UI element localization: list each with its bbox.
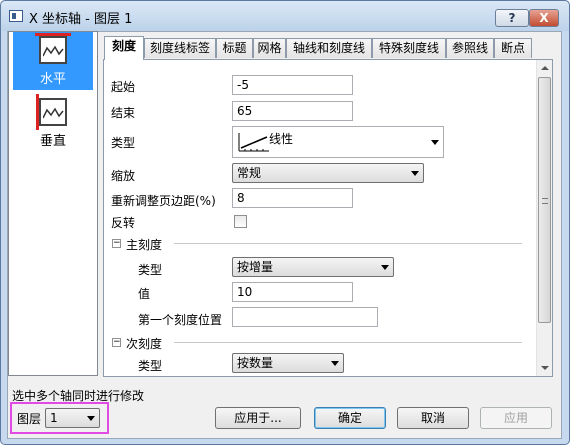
axis-selector-panel: 水平 垂直 — [8, 31, 98, 376]
first-tick-label: 第一个刻度位置 — [138, 313, 223, 327]
start-label: 起始 — [111, 80, 136, 94]
first-tick-input[interactable] — [232, 307, 378, 327]
vertical-axis-icon — [36, 94, 67, 130]
help-button[interactable]: ? — [495, 9, 529, 27]
tab-axis-and-ticks[interactable]: 轴线和刻度线 — [286, 38, 372, 58]
margin-label: 重新调整页边距(%) — [111, 194, 216, 208]
minor-ticks-header: 次刻度 — [126, 337, 163, 351]
layer-value: 1 — [50, 411, 58, 425]
chevron-down-icon — [331, 361, 339, 366]
scale-tab-content: 起始 -5 结束 65 类型 线性 缩放 常规 重新调整页边距(%) 8 反转 … — [103, 59, 553, 377]
scale-type-value: 线性 — [269, 132, 294, 146]
tab-title[interactable]: 标题 — [216, 38, 253, 58]
zoom-label: 缩放 — [111, 169, 136, 183]
tab-scale[interactable]: 刻度 — [104, 36, 144, 60]
tab-grid[interactable]: 网格 — [253, 38, 286, 58]
linear-scale-icon — [238, 133, 269, 152]
major-ticks-header: 主刻度 — [126, 238, 163, 252]
scroll-up-icon[interactable] — [541, 66, 549, 70]
chevron-down-icon — [431, 140, 439, 145]
minor-ticks-collapse-toggle[interactable]: − — [112, 338, 121, 347]
scroll-down-icon[interactable] — [541, 366, 549, 370]
group-divider — [174, 243, 522, 244]
scale-type-dropdown[interactable]: 线性 — [232, 126, 444, 158]
apply-to-button[interactable]: 应用于... — [215, 407, 301, 429]
app-icon — [9, 10, 23, 22]
apply-button[interactable]: 应用 — [480, 407, 552, 429]
vertical-scrollbar[interactable] — [536, 60, 552, 376]
chevron-down-icon — [381, 265, 389, 270]
chevron-down-icon — [87, 416, 95, 421]
sidebar-item-vertical[interactable]: 垂直 — [13, 94, 93, 152]
zoom-value: 常规 — [237, 166, 262, 180]
type-label: 类型 — [111, 136, 136, 150]
scroll-thumb[interactable] — [538, 77, 551, 323]
major-type-dropdown[interactable]: 按增量 — [232, 257, 394, 277]
major-value-label: 值 — [138, 287, 151, 301]
start-input[interactable]: -5 — [232, 75, 353, 95]
tab-tick-labels[interactable]: 刻度线标签 — [144, 38, 216, 58]
reverse-checkbox[interactable] — [234, 215, 247, 228]
sidebar-item-horizontal[interactable]: 水平 — [13, 32, 93, 90]
tab-breaks[interactable]: 断点 — [494, 38, 532, 58]
major-type-value: 按增量 — [237, 260, 274, 274]
layer-dropdown[interactable]: 1 — [45, 408, 100, 428]
minor-type-label: 类型 — [138, 359, 163, 373]
minor-type-dropdown[interactable]: 按数量 — [232, 353, 344, 373]
major-value-input[interactable]: 10 — [232, 282, 353, 302]
ok-button[interactable]: 确定 — [314, 407, 386, 429]
sidebar-item-label: 水平 — [39, 72, 66, 87]
grip-icon — [542, 198, 548, 204]
major-ticks-collapse-toggle[interactable]: − — [112, 239, 121, 248]
sidebar-item-label: 垂直 — [39, 134, 66, 149]
cancel-button[interactable]: 取消 — [397, 407, 469, 429]
end-input[interactable]: 65 — [232, 101, 353, 121]
reverse-label: 反转 — [111, 216, 136, 230]
layer-label: 图层 — [17, 412, 42, 426]
tab-reference-lines[interactable]: 参照线 — [446, 38, 494, 58]
minor-type-value: 按数量 — [237, 356, 274, 370]
end-label: 结束 — [111, 106, 136, 120]
window-title: X 坐标轴 - 图层 1 — [29, 12, 133, 27]
chevron-down-icon — [411, 171, 419, 176]
zoom-dropdown[interactable]: 常规 — [232, 163, 424, 183]
group-divider — [174, 342, 522, 343]
horizontal-axis-icon — [35, 33, 71, 64]
close-button[interactable]: X — [529, 9, 559, 27]
tab-special-ticks[interactable]: 特殊刻度线 — [372, 38, 446, 58]
major-type-label: 类型 — [138, 263, 163, 277]
margin-input[interactable]: 8 — [232, 188, 353, 208]
title-bar[interactable]: X 坐标轴 - 图层 1 ? X — [1, 1, 569, 31]
